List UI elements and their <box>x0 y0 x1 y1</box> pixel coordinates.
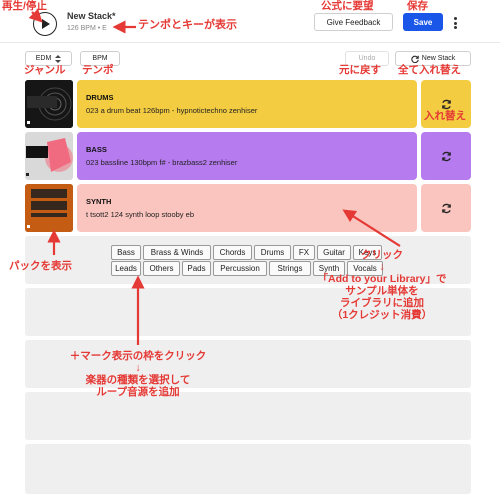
annotation-plus-slot: ＋マーク表示の枠をクリック ↓ 楽器の種類を選択して ループ音源を追加 <box>38 350 238 398</box>
annotation-feedback: 公式に要望 <box>321 0 374 12</box>
annotation-library-line: （1クレジット消費） <box>331 309 433 322</box>
annotation-arrow: ↓ <box>135 362 141 375</box>
annotation-save: 保存 <box>407 0 428 12</box>
annotation-show-pack: パックを表示 <box>9 260 72 272</box>
annotation-arrow: ↓ <box>379 261 385 274</box>
annotation-replace: 入れ替え <box>424 110 466 122</box>
annotation-library-line: ライブラリに追加 <box>340 297 424 310</box>
annotation-plus-line: ＋マーク表示の枠をクリック <box>69 350 207 362</box>
annotation-undo: 元に戻す <box>339 64 381 76</box>
annotation-library-line: 「Add to your Library」で <box>317 273 447 286</box>
annotation-play-stop: 再生/停止 <box>2 0 47 12</box>
annotation-tempo: テンポ <box>82 64 114 76</box>
annotation-tempo-key: テンポとキーが表示 <box>138 19 237 31</box>
annotation-plus-line: ループ音源を追加 <box>96 386 180 399</box>
annotation-click: クリック <box>361 249 403 261</box>
annotation-genre: ジャンル <box>24 64 66 76</box>
annotation-plus-line: 楽器の種類を選択して <box>85 374 191 387</box>
annotation-library: クリック ↓ 「Add to your Library」で サンプル単体を ライ… <box>272 249 492 321</box>
annotation-library-line: サンプル単体を <box>345 285 419 298</box>
annotation-replace-all: 全て入れ替え <box>398 64 461 76</box>
